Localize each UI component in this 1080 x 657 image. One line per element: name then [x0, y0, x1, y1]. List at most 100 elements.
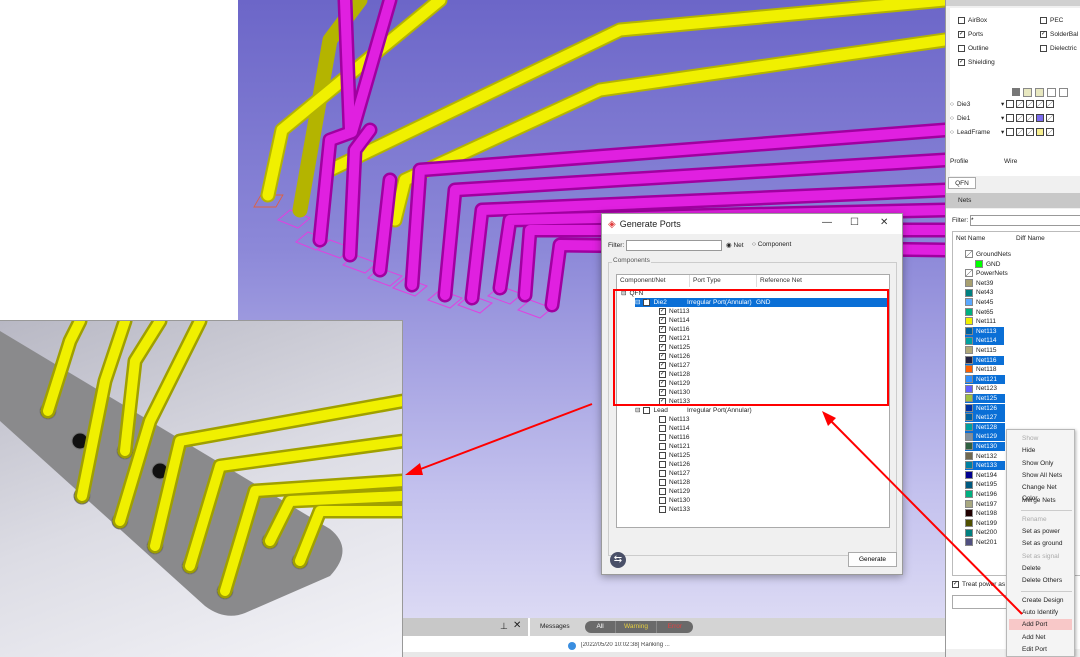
layer-checkbox-dielectric[interactable]: Dielectric — [1040, 44, 1077, 53]
net-checkbox[interactable] — [659, 478, 666, 486]
net-checkbox[interactable] — [659, 424, 666, 432]
layer-swatch[interactable] — [1036, 114, 1045, 123]
dropdown-icon[interactable]: ▾ — [1001, 101, 1004, 108]
generate-button[interactable]: Generate — [848, 552, 897, 567]
net-list-item[interactable]: Net111 — [965, 317, 1004, 326]
tree-net-row[interactable]: ✓ Net113 — [659, 307, 689, 316]
tree-net-row[interactable]: Net121 — [659, 442, 690, 451]
net-list-item[interactable]: Net126 — [965, 403, 1005, 413]
layer-swatch[interactable] — [1026, 114, 1035, 123]
menu-item-delete[interactable]: Delete — [1009, 563, 1072, 574]
net-checkbox[interactable] — [659, 433, 666, 441]
shield-icon[interactable] — [1059, 88, 1068, 97]
components-tree[interactable]: Component/Net Port Type Reference Net ⊟ Q… — [616, 274, 890, 528]
menu-item-edit-port[interactable]: Edit Port — [1009, 644, 1072, 655]
tab-qfn[interactable]: QFN — [948, 177, 976, 189]
col-diff-name[interactable]: Diff Name — [1016, 235, 1045, 242]
minimize-icon[interactable]: — — [822, 217, 832, 228]
layer-swatch[interactable] — [1026, 128, 1035, 137]
layer-checkbox-outline[interactable]: Outline — [958, 44, 989, 53]
tree-net-row[interactable]: ✓ Net128 — [659, 370, 690, 379]
net-list-item[interactable]: Net127 — [965, 413, 1005, 423]
col-component-net[interactable]: Component/Net — [617, 275, 690, 287]
menu-item-change-net-color[interactable]: Change Net Color — [1009, 482, 1072, 502]
tree-component-row[interactable]: ⊟ Lead Irregular Port(Annular) — [635, 406, 889, 415]
col-reference-net[interactable]: Reference Net — [757, 275, 891, 287]
net-list-item[interactable]: Net201 — [965, 538, 1005, 547]
tree-net-row[interactable]: ✓ Net130 — [659, 388, 690, 397]
filter-all[interactable]: All — [585, 621, 615, 633]
net-list-item[interactable]: Net65 — [965, 307, 1001, 317]
tree-net-row[interactable]: Net128 — [659, 478, 690, 487]
layer-row[interactable]: ○ Die1 ▾ — [950, 114, 1080, 123]
dropdown-icon[interactable]: ▾ — [1001, 115, 1004, 122]
radio-icon[interactable]: ○ — [950, 115, 954, 122]
tree-net-row[interactable]: ✓ Net133 — [659, 397, 690, 406]
dropdown-icon[interactable]: ▾ — [1001, 129, 1004, 136]
net-list-item[interactable]: Net194 — [965, 471, 1005, 480]
menu-item-show-all-nets[interactable]: Show All Nets — [1009, 470, 1072, 481]
net-checkbox[interactable]: ✓ — [659, 307, 666, 315]
net-list-item[interactable]: Net195 — [965, 480, 1005, 489]
expand-icon[interactable]: ⊟ — [621, 290, 626, 297]
radio-net[interactable]: ◉ Net — [726, 241, 744, 249]
net-checkbox[interactable]: ✓ — [659, 397, 666, 405]
net-list-item[interactable]: Net133 — [965, 461, 1005, 471]
layer-swatch[interactable] — [1006, 128, 1015, 137]
net-list-item[interactable]: Net200 — [965, 528, 1005, 537]
via-icon[interactable] — [1035, 88, 1044, 97]
menu-item-set-as-power[interactable]: Set as power — [1009, 526, 1072, 537]
layer-swatch[interactable] — [1016, 100, 1025, 109]
tree-net-row[interactable]: ✓ Net126 — [659, 352, 690, 361]
tree-net-row[interactable]: Net116 — [659, 433, 689, 442]
tree-net-row[interactable]: Net114 — [659, 424, 689, 433]
net-checkbox[interactable] — [659, 442, 666, 450]
net-checkbox[interactable]: ✓ — [659, 352, 666, 360]
layer-swatch[interactable] — [1006, 100, 1015, 109]
net-checkbox[interactable]: ✓ — [659, 379, 666, 387]
layer-row[interactable]: ○ LeadFrame ▾ — [950, 128, 1080, 137]
net-list-item[interactable]: Net196 — [965, 490, 1005, 499]
menu-item-merge-nets[interactable]: Merge Nets — [1009, 495, 1072, 506]
component-checkbox[interactable] — [643, 406, 651, 414]
net-checkbox[interactable] — [659, 460, 666, 468]
net-list-item[interactable]: Net197 — [965, 499, 1005, 509]
net-list-item[interactable]: Net118 — [965, 365, 1004, 374]
net-list-item[interactable]: Net198 — [965, 509, 1005, 518]
tree-component-row[interactable]: ⊟ ✓ Die2 Irregular Port(Annular) GND — [635, 298, 889, 307]
maximize-icon[interactable]: ☐ — [850, 217, 859, 228]
menu-item-set-as-ground[interactable]: Set as ground — [1009, 538, 1072, 549]
net-list-item[interactable]: Net113 — [965, 326, 1005, 336]
tree-net-row[interactable]: Net125 — [659, 451, 690, 460]
net-checkbox[interactable]: ✓ — [659, 325, 666, 333]
radio-icon[interactable]: ○ — [950, 129, 954, 136]
radio-component[interactable]: ○ Component — [752, 241, 791, 248]
net-list-item[interactable]: PowerNets — [965, 269, 1016, 278]
net-checkbox[interactable] — [659, 505, 666, 513]
net-list-item[interactable]: Net199 — [965, 519, 1005, 528]
net-checkbox[interactable]: ✓ — [659, 370, 666, 378]
net-checkbox[interactable] — [659, 487, 666, 495]
layer-checkbox-solderbal[interactable]: ✓ SolderBal — [1040, 30, 1078, 39]
menu-item-show-only[interactable]: Show Only — [1009, 458, 1072, 469]
menu-item-add-port[interactable]: Add Port — [1009, 619, 1072, 631]
net-list-item[interactable]: Net123 — [965, 384, 1005, 393]
layer-swatch[interactable] — [1036, 128, 1045, 137]
net-checkbox[interactable]: ✓ — [659, 388, 666, 396]
layer-checkbox-shielding[interactable]: ✓ Shielding — [958, 58, 995, 67]
net-list-item[interactable]: GND — [975, 259, 1008, 269]
layer-row[interactable]: ○ Die3 ▾ — [950, 100, 1080, 109]
tree-net-row[interactable]: ✓ Net121 — [659, 334, 690, 343]
net-list-item[interactable]: Net45 — [965, 298, 1001, 307]
net-list-item[interactable]: Net121 — [965, 374, 1005, 384]
net-checkbox[interactable] — [659, 451, 666, 459]
net-list-item[interactable]: Net128 — [965, 422, 1005, 432]
menu-item-create-design[interactable]: Create Design — [1009, 595, 1072, 606]
radio-icon[interactable]: ○ — [950, 101, 954, 108]
net-checkbox[interactable]: ✓ — [659, 361, 666, 369]
layer-swatch[interactable] — [1016, 114, 1025, 123]
net-list-item[interactable]: Net132 — [965, 451, 1005, 461]
net-list-item[interactable]: Net39 — [965, 279, 1001, 288]
nets-text-field[interactable] — [952, 595, 1012, 609]
tree-net-row[interactable]: Net129 — [659, 487, 690, 496]
